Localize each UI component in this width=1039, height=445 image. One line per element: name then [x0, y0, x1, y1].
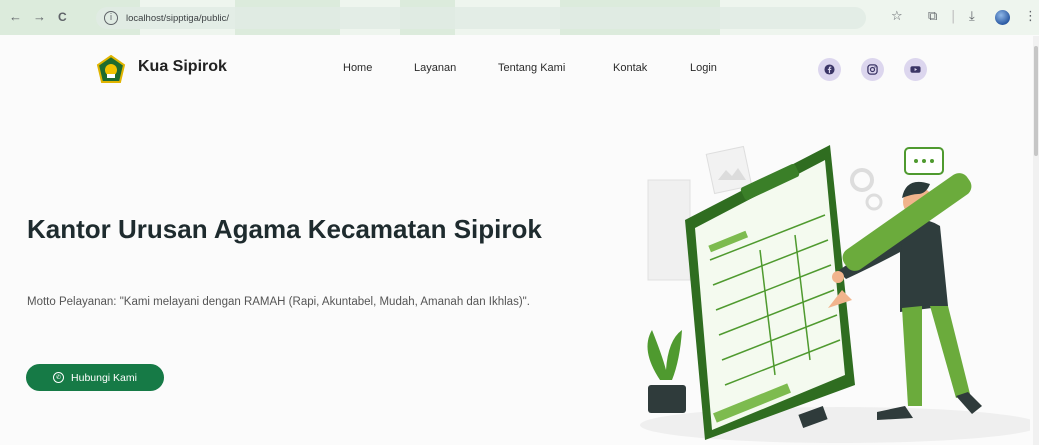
facebook-button[interactable] — [818, 58, 841, 81]
scrollbar-thumb[interactable] — [1034, 46, 1038, 156]
hero-title: Kantor Urusan Agama Kecamatan Sipirok — [27, 214, 542, 244]
bookmark-star-icon[interactable]: ☆ — [891, 9, 903, 25]
site-info-icon[interactable]: i — [104, 11, 118, 25]
page-scrollbar[interactable] — [1033, 36, 1039, 445]
hubungi-kami-label: Hubungi Kami — [71, 371, 137, 384]
whatsapp-icon: ✆ — [53, 372, 65, 383]
nav-kontak[interactable]: Kontak — [613, 62, 647, 74]
facebook-icon — [824, 64, 835, 75]
nav-layanan[interactable]: Layanan — [414, 62, 456, 74]
youtube-button[interactable] — [904, 58, 927, 81]
url-text[interactable]: localhost/sipptiga/public/ — [126, 13, 229, 24]
brand-name[interactable]: Kua Sipirok — [138, 58, 227, 76]
forward-button[interactable]: → — [33, 9, 46, 25]
nav-home[interactable]: Home — [343, 62, 372, 74]
instagram-icon — [867, 64, 878, 75]
instagram-button[interactable] — [861, 58, 884, 81]
clipboard-illustration — [640, 145, 1030, 443]
back-button[interactable]: ← — [9, 9, 22, 25]
download-icon[interactable]: ⤓ — [969, 9, 975, 25]
browser-menu-icon[interactable]: ⋮ — [1024, 9, 1037, 25]
toolbar-divider: | — [951, 9, 956, 24]
nav-login[interactable]: Login — [690, 62, 717, 74]
browser-toolbar: ← → C i localhost/sipptiga/public/ ☆ ⧉ |… — [0, 0, 1039, 35]
profile-avatar[interactable] — [995, 10, 1010, 25]
hubungi-kami-button[interactable]: ✆ Hubungi Kami — [26, 364, 164, 391]
hero-motto: Motto Pelayanan: "Kami melayani dengan R… — [27, 296, 530, 308]
reload-button[interactable]: C — [58, 9, 67, 25]
address-bar[interactable]: i localhost/sipptiga/public/ — [96, 7, 866, 29]
youtube-icon — [910, 66, 921, 73]
extensions-icon[interactable]: ⧉ — [928, 9, 937, 25]
nav-tentang-kami[interactable]: Tentang Kami — [498, 62, 565, 74]
kemenag-logo-icon[interactable] — [96, 55, 126, 85]
